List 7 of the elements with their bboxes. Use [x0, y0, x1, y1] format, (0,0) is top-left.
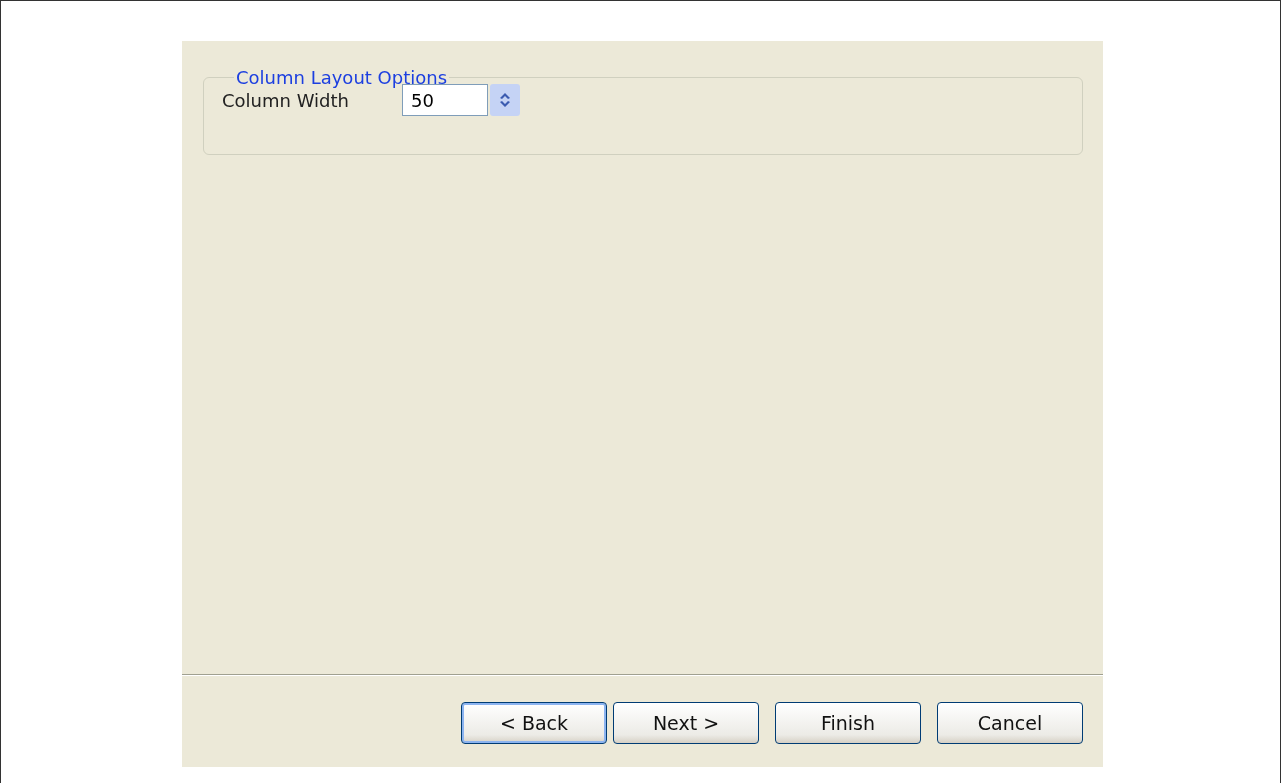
- wizard-button[interactable]: Next >: [613, 702, 759, 744]
- spinner-button[interactable]: [490, 84, 520, 116]
- input-field[interactable]: 50: [402, 84, 488, 116]
- wizard-button[interactable]: Cancel: [937, 702, 1083, 744]
- wizard-button[interactable]: < Back: [461, 702, 607, 744]
- wizard-button[interactable]: Finish: [775, 702, 921, 744]
- field-label: Column Width: [222, 89, 350, 111]
